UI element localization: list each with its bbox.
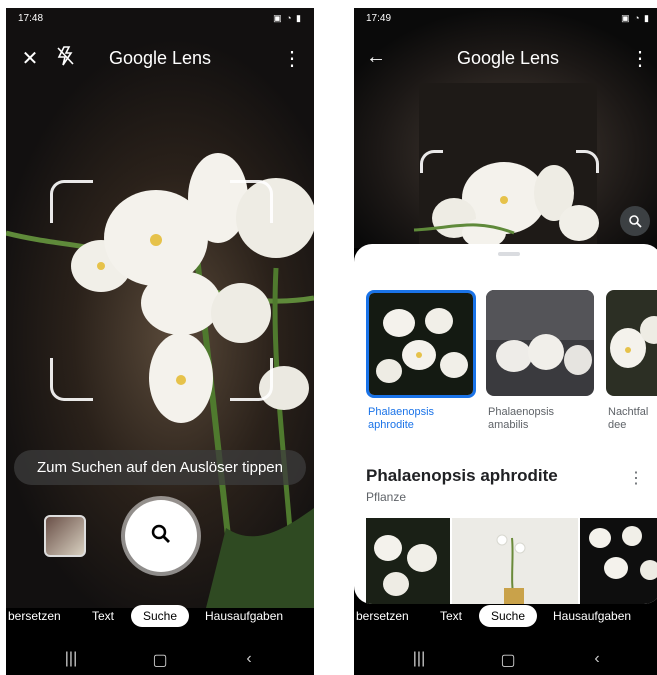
system-nav-bar: ||| ▢ ‹ [6,644,314,674]
shutter-button[interactable] [125,500,197,572]
status-time: 17:48 [18,13,44,24]
viewfinder-corner-tl [50,180,93,223]
recents-nav-icon[interactable]: ||| [404,650,434,668]
result-label-3[interactable]: Nachtfal dee [608,406,657,432]
mode-text[interactable]: Text [92,609,114,623]
gallery-icon[interactable] [40,515,86,563]
home-nav-icon[interactable]: ▢ [493,650,523,670]
search-icon [150,523,172,550]
status-icons: ▣ ◔ ▮ [273,13,302,23]
result-subtitle: Pflanze [366,490,407,504]
image-tile-3[interactable] [580,518,657,604]
result-thumb-1[interactable] [366,290,476,398]
camera-screen: 17:48 ▣ ◔ ▮ ✕ Google Lens ⋮ Zum Suchen a… [6,8,314,675]
more-vert-icon[interactable]: ⋮ [626,46,654,71]
app-title: Google Lens [108,48,212,68]
top-bar: ✕ Google Lens ⋮ [6,38,314,78]
image-tile-1[interactable] [366,518,450,604]
crop-corner-tl[interactable] [420,150,443,173]
result-thumb-3[interactable] [606,290,657,396]
mode-translate[interactable]: bersetzen [356,609,409,623]
viewfinder-corner-tr [230,180,273,223]
viewfinder-corner-br [230,358,273,401]
recents-nav-icon[interactable]: ||| [56,650,86,668]
result-more-icon[interactable]: ⋮ [628,468,644,488]
result-label-1[interactable]: Phalaenopsis aphrodite [368,406,478,432]
mode-homework[interactable]: Hausaufgaben [205,609,283,623]
back-nav-icon[interactable]: ‹ [234,650,264,668]
back-nav-icon[interactable]: ‹ [582,650,612,668]
system-nav-bar: ||| ▢ ‹ [354,644,657,674]
mode-text[interactable]: Text [440,609,462,623]
home-nav-icon[interactable]: ▢ [145,650,175,670]
app-title: Google Lens [456,48,560,68]
result-title: Phalaenopsis aphrodite [366,466,558,485]
mode-search[interactable]: Suche [479,605,538,627]
mode-translate[interactable]: bersetzen [8,609,61,623]
results-screen: 17:49 ▣ ◔ ▮ ← Google Lens ⋮ Phalaenopsis [354,8,657,675]
sheet-drag-handle[interactable] [498,252,520,256]
status-icons: ▣ ◔ ▮ [621,13,650,23]
status-time: 17:49 [366,13,392,24]
mode-selector: bersetzen Text Suche Hausaufgaben [6,605,314,633]
result-label-2[interactable]: Phalaenopsis amabilis [488,406,598,432]
image-tile-2[interactable] [452,518,578,604]
status-bar: 17:49 ▣ ◔ ▮ [354,8,657,30]
mode-selector: bersetzen Text Suche Hausaufgaben [354,605,657,633]
top-bar: ← Google Lens ⋮ [354,38,657,78]
mode-search[interactable]: Suche [131,605,190,627]
mode-homework[interactable]: Hausaufgaben [553,609,631,623]
lens-search-icon[interactable] [620,206,650,236]
status-bar: 17:48 ▣ ◔ ▮ [6,8,314,30]
more-vert-icon[interactable]: ⋮ [278,46,306,71]
result-thumb-2[interactable] [486,290,594,396]
results-sheet: Phalaenopsis aphrodite Phalaenopsis amab… [354,244,657,604]
viewfinder-corner-bl [50,358,93,401]
shutter-hint: Zum Suchen auf den Auslöser tippen [14,450,306,485]
